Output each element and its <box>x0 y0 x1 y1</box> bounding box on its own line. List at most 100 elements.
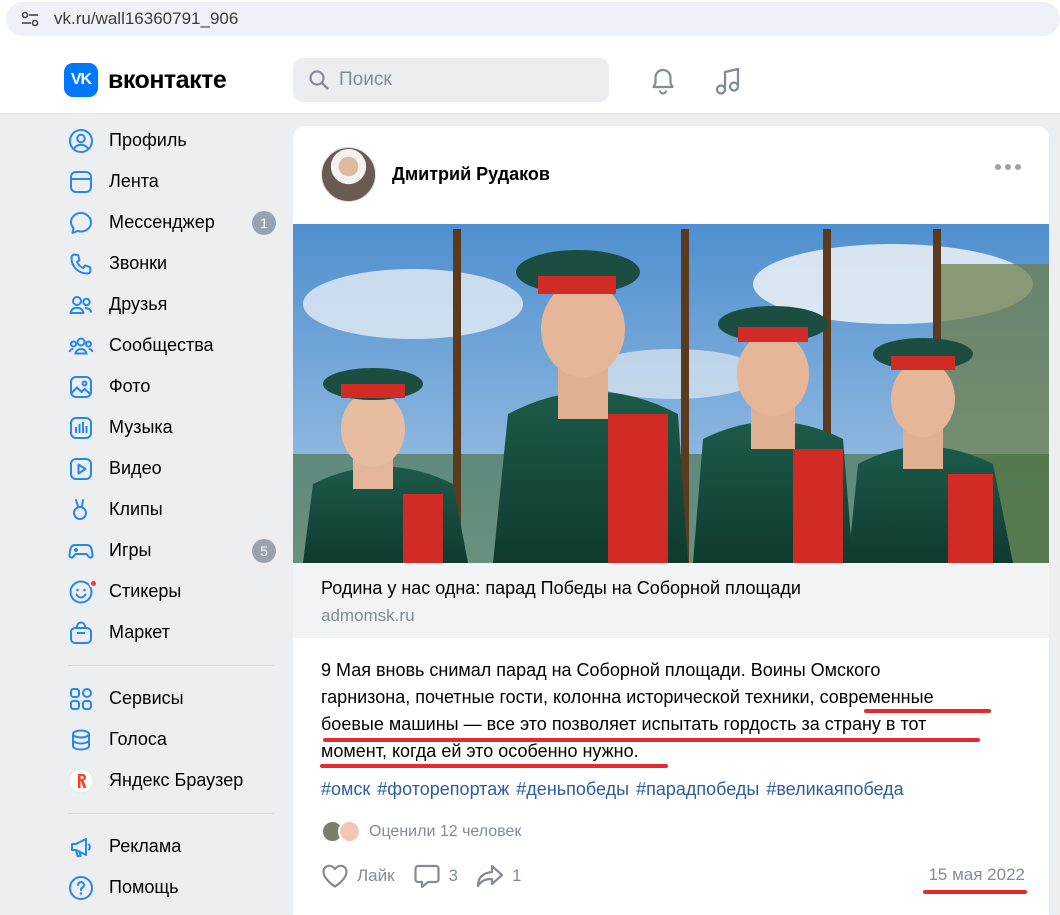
sidebar-item-profile[interactable]: Профиль <box>62 120 278 161</box>
post-actions: Лайк 3 1 15 мая 2022 <box>321 861 1027 894</box>
sidebar-item-calls[interactable]: Звонки <box>62 243 278 284</box>
hashtag-link[interactable]: #парадпобеды <box>636 779 759 799</box>
unread-count-badge: 1 <box>252 211 276 235</box>
vk-logo[interactable]: VK вконтакте <box>64 63 227 97</box>
url-text[interactable]: vk.ru/wall16360791_906 <box>54 9 238 29</box>
hashtag-link[interactable]: #деньпобеды <box>516 779 629 799</box>
market-icon <box>68 620 94 646</box>
sidebar-item-label: Сообщества <box>109 335 214 355</box>
sidebar-item-label: Лента <box>109 171 159 191</box>
browser-address-bar: vk.ru/wall16360791_906 <box>0 0 1060 42</box>
hashtag-link[interactable]: #омск <box>321 779 370 799</box>
sidebar-item-clips[interactable]: Клипы <box>62 489 278 530</box>
post-author[interactable]: Дмитрий Рудаков <box>321 147 550 202</box>
video-icon <box>68 456 94 482</box>
sidebar-item-label: Реклама <box>109 836 182 856</box>
yandex-icon <box>68 768 94 794</box>
messenger-icon <box>68 210 94 236</box>
post-text-segment: гарнизона, почетные гости, колонна истор… <box>321 687 820 707</box>
wall-post: Дмитрий Рудаков Родина у нас одна: парад… <box>293 126 1049 915</box>
vk-header: VK вконтакте <box>0 42 1060 114</box>
hashtags: #омск #фоторепортаж #деньпобеды #парадпо… <box>321 779 904 800</box>
services-icon <box>68 686 94 712</box>
sidebar-item-messenger[interactable]: Мессенджер 1 <box>62 202 278 243</box>
share-arrow-icon <box>476 864 504 888</box>
votes-icon <box>68 727 94 753</box>
heart-icon <box>322 864 348 888</box>
highlighted-text: современные <box>819 687 934 707</box>
sidebar-item-yandex-browser[interactable]: Яндекс Браузер <box>62 760 278 801</box>
sidebar-item-stickers[interactable]: Стикеры <box>62 571 278 612</box>
sidebar-item-label: Друзья <box>109 294 168 314</box>
sidebar-item-label: Звонки <box>109 253 168 273</box>
sidebar-item-label: Игры <box>109 540 152 560</box>
search-input[interactable] <box>339 69 579 91</box>
like-label: Лайк <box>357 866 395 885</box>
post-text-line: 9 Мая вновь снимал парад на Соборной пло… <box>321 660 881 680</box>
search-icon <box>309 70 329 90</box>
post-more-options-icon[interactable] <box>995 164 1021 170</box>
comment-icon <box>413 864 440 889</box>
sidebar-item-label: Сервисы <box>109 688 184 708</box>
sidebar-item-label: Яндекс Браузер <box>109 770 244 790</box>
new-stickers-dot <box>89 579 98 588</box>
post-text-line: момент, когда ей это особенно нужно. <box>321 741 639 761</box>
sidebar-item-label: Мессенджер <box>109 212 215 232</box>
friends-icon <box>68 292 94 318</box>
post-text-line: боевые машины — все это позволяет испыта… <box>321 714 927 734</box>
search-box[interactable] <box>293 58 609 102</box>
author-avatar[interactable] <box>321 147 376 202</box>
sidebar-item-label: Видео <box>109 458 162 478</box>
profile-icon <box>68 128 94 154</box>
games-icon <box>68 538 94 564</box>
sidebar-item-help[interactable]: Помощь <box>62 867 278 908</box>
sidebar-item-friends[interactable]: Друзья <box>62 284 278 325</box>
comment-button[interactable]: 3 <box>413 863 458 889</box>
clips-icon <box>68 497 94 523</box>
music-icon <box>68 415 94 441</box>
liked-count-text[interactable]: Оценили 12 человек <box>369 823 521 841</box>
vk-logo-text: вконтакте <box>108 65 227 94</box>
link-preview[interactable]: Родина у нас одна: парад Победы на Собор… <box>293 563 1049 638</box>
games-count-badge: 5 <box>252 539 276 563</box>
communities-icon <box>68 333 94 359</box>
link-source[interactable]: admomsk.ru <box>321 606 1021 626</box>
sidebar-item-feed[interactable]: Лента <box>62 161 278 202</box>
post-text-line: гарнизона, почетные гости, колонна истор… <box>321 684 1021 711</box>
sidebar-item-label: Помощь <box>109 877 179 897</box>
photo-icon <box>68 374 94 400</box>
comments-count: 3 <box>448 866 459 885</box>
liked-by[interactable]: Оценили 12 человек <box>321 820 521 843</box>
site-settings-icon[interactable] <box>20 9 40 29</box>
liker-avatar <box>338 820 361 843</box>
post-date[interactable]: 15 мая 2022 <box>928 865 1025 885</box>
sidebar-item-games[interactable]: Игры 5 <box>62 530 278 571</box>
music-note-icon[interactable] <box>713 66 743 96</box>
post-photo[interactable] <box>293 224 1049 563</box>
sidebar-item-label: Голоса <box>109 729 167 749</box>
vk-logo-mark: VK <box>64 63 98 97</box>
sidebar-item-music[interactable]: Музыка <box>62 407 278 448</box>
hashtag-link[interactable]: #великаяпобеда <box>766 779 903 799</box>
sidebar-item-votes[interactable]: Голоса <box>62 719 278 760</box>
highlight-underline <box>864 709 991 713</box>
date-highlight-underline <box>923 890 1027 894</box>
sidebar-item-ads[interactable]: Реклама <box>62 826 278 867</box>
sidebar-item-communities[interactable]: Сообщества <box>62 325 278 366</box>
sidebar-item-video[interactable]: Видео <box>62 448 278 489</box>
notifications-bell-icon[interactable] <box>648 66 678 96</box>
shares-count: 1 <box>512 866 522 885</box>
link-title[interactable]: Родина у нас одна: парад Победы на Собор… <box>321 578 1021 599</box>
sidebar-divider <box>68 665 274 666</box>
ads-icon <box>68 834 94 860</box>
share-button[interactable]: 1 <box>476 863 521 889</box>
sidebar-item-photo[interactable]: Фото <box>62 366 278 407</box>
like-button[interactable]: Лайк <box>321 863 395 889</box>
sidebar-item-label: Фото <box>109 376 151 396</box>
url-field[interactable]: vk.ru/wall16360791_906 <box>6 2 1060 36</box>
sidebar-item-services[interactable]: Сервисы <box>62 678 278 719</box>
sidebar-divider <box>68 813 274 814</box>
hashtag-link[interactable]: #фоторепортаж <box>377 779 509 799</box>
author-name[interactable]: Дмитрий Рудаков <box>392 164 550 185</box>
sidebar-item-market[interactable]: Маркет <box>62 612 278 653</box>
